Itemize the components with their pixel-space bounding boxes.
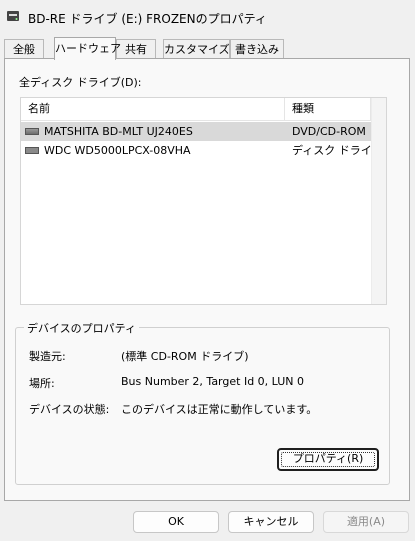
title-bar: BD-RE ドライブ (E:) FROZENのプロパティ <box>0 0 415 34</box>
tab-panel-hardware: 全ディスク ドライブ(D): 名前 種類 MATSHITA BD-MLT UJ2… <box>4 58 410 501</box>
tab-customize[interactable]: カスタマイズ <box>163 39 230 58</box>
device-properties-button[interactable]: プロパティ(R) <box>277 448 379 471</box>
tab-general[interactable]: 全般 <box>4 39 44 58</box>
drive-icon <box>7 11 19 21</box>
device-status-label: デバイスの状態: <box>29 403 110 416</box>
tab-recording[interactable]: 書き込み <box>230 39 284 58</box>
device-properties-title: デバイスのプロパティ <box>24 320 140 336</box>
location-label: 場所: <box>29 377 55 390</box>
cancel-button[interactable]: キャンセル <box>228 511 314 533</box>
list-header: 名前 種類 <box>21 98 374 121</box>
device-status-value: このデバイスは正常に動作しています。 <box>121 403 318 416</box>
optical-drive-icon <box>25 127 39 135</box>
ok-button[interactable]: OK <box>133 511 219 533</box>
drives-list[interactable]: 名前 種類 MATSHITA BD-MLT UJ240ES DVD/CD-ROM… <box>20 97 387 305</box>
column-header-name[interactable]: 名前 <box>21 98 285 120</box>
all-drives-label: 全ディスク ドライブ(D): <box>19 76 142 89</box>
tab-sharing[interactable]: 共有 <box>116 39 156 58</box>
list-item-name-cell: MATSHITA BD-MLT UJ240ES <box>25 122 283 141</box>
location-value: Bus Number 2, Target Id 0, LUN 0 <box>121 375 305 388</box>
list-item-type: ディスク ドライブ <box>292 144 372 157</box>
tab-hardware[interactable]: ハードウェア <box>54 37 121 60</box>
apply-button[interactable]: 適用(A) <box>323 511 409 533</box>
manufacturer-value: (標準 CD-ROM ドライブ) <box>121 350 249 363</box>
hard-drive-icon <box>25 146 39 154</box>
list-item-type: DVD/CD-ROM ドライブ <box>292 125 372 138</box>
list-item[interactable]: WDC WD5000LPCX-08VHA ディスク ドライブ <box>21 141 374 160</box>
device-properties-group: デバイスのプロパティ 製造元: (標準 CD-ROM ドライブ) 場所: Bus… <box>15 320 390 485</box>
list-item-name: MATSHITA BD-MLT UJ240ES <box>44 125 193 138</box>
list-item[interactable]: MATSHITA BD-MLT UJ240ES DVD/CD-ROM ドライブ <box>21 122 374 141</box>
window-title: BD-RE ドライブ (E:) FROZENのプロパティ <box>28 12 267 26</box>
list-scrollbar[interactable] <box>371 98 386 304</box>
column-header-type[interactable]: 種類 <box>285 98 371 120</box>
manufacturer-label: 製造元: <box>29 350 66 363</box>
list-item-name: WDC WD5000LPCX-08VHA <box>44 144 191 157</box>
list-item-name-cell: WDC WD5000LPCX-08VHA <box>25 141 283 160</box>
